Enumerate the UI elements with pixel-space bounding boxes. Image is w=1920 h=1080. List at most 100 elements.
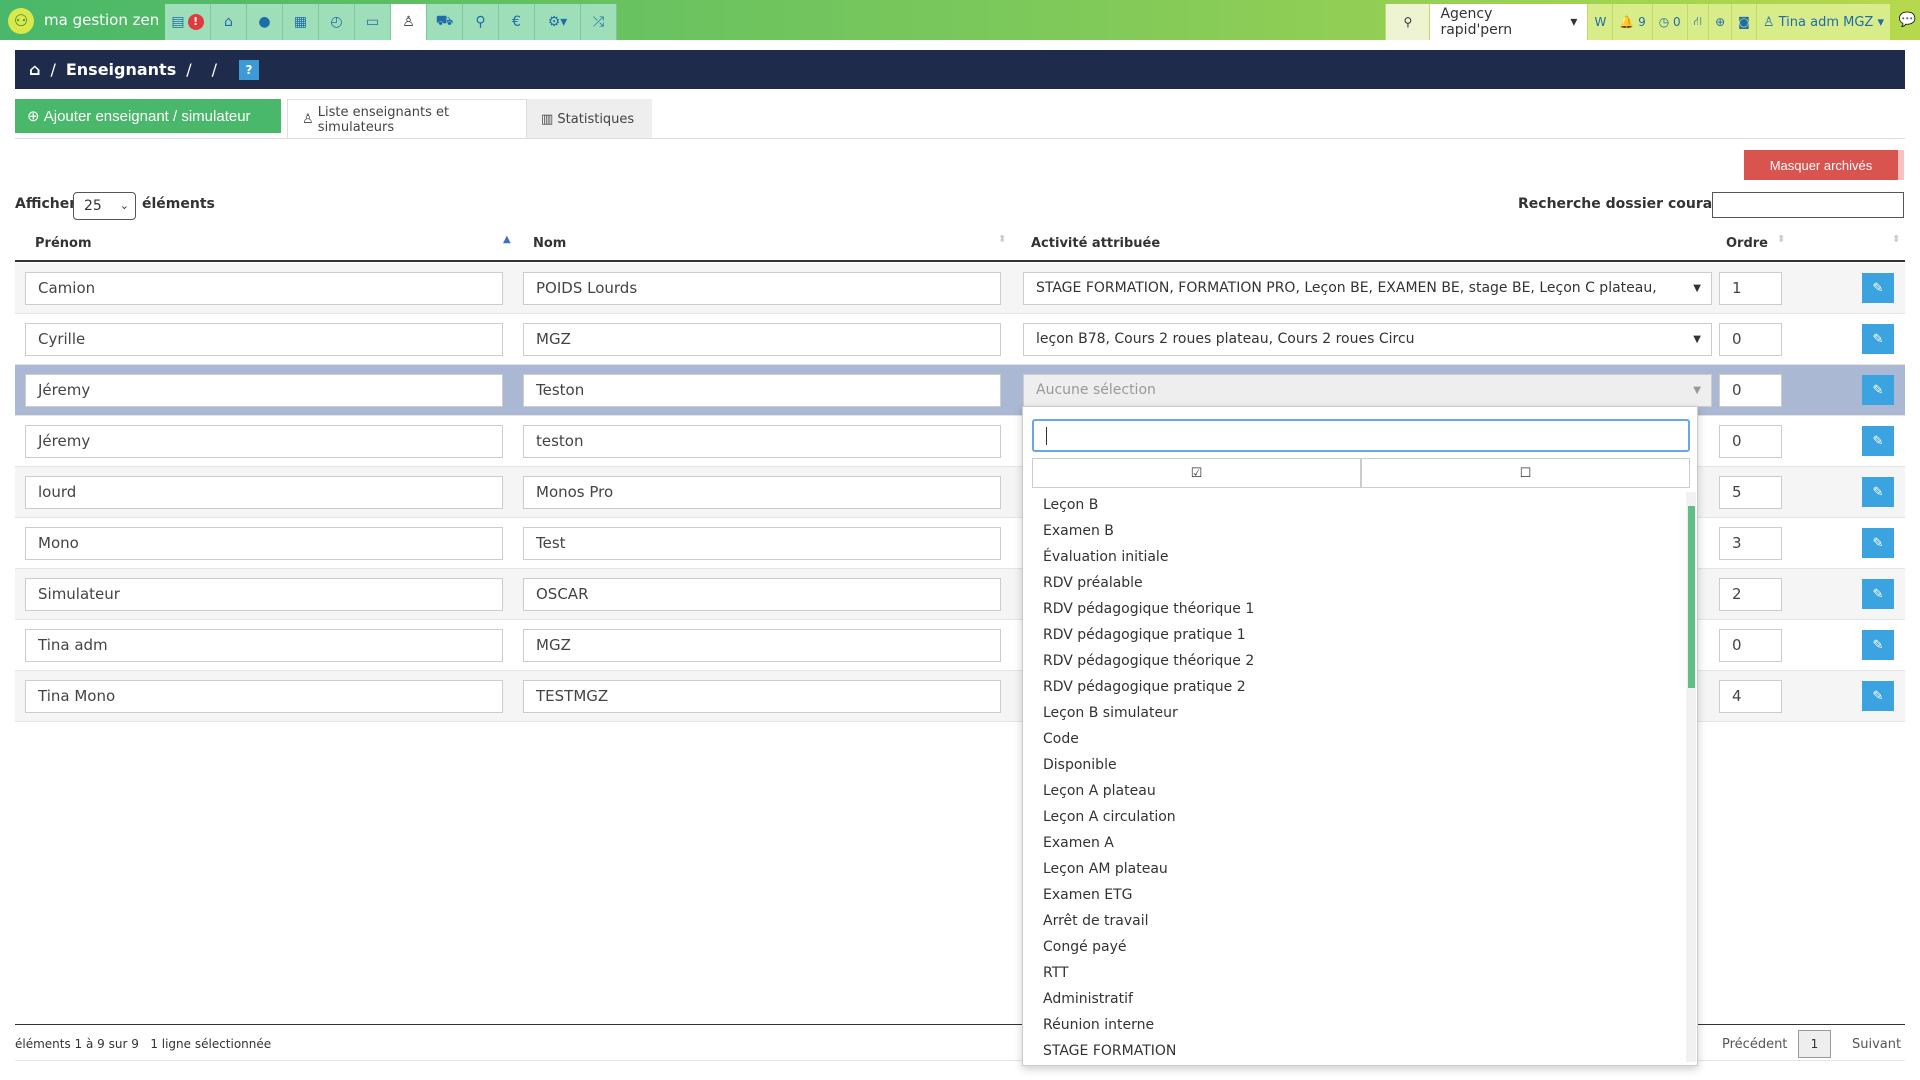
order-field[interactable]: 2 [1719, 578, 1782, 611]
user-icon[interactable]: ● [247, 4, 283, 40]
last-name-field[interactable]: Teston [523, 374, 1001, 407]
order-field[interactable]: 0 [1719, 425, 1782, 458]
app-brand[interactable]: ma gestion zen [44, 11, 159, 29]
home-icon[interactable]: ⌂ [29, 60, 40, 79]
tab-statistics[interactable]: ▥ Statistiques [527, 99, 652, 139]
person-icon[interactable]: ♙ [391, 4, 427, 40]
edit-button[interactable]: ✎ [1862, 630, 1894, 660]
dropdown-option[interactable]: RDV pédagogique théorique 2 [1023, 648, 1683, 674]
help-icon[interactable]: ? [239, 59, 260, 80]
dropdown-option[interactable]: Leçon A circulation [1023, 804, 1683, 830]
dropdown-option[interactable]: RTT [1023, 960, 1683, 986]
home-icon[interactable]: ⌂ [211, 4, 247, 40]
first-name-field[interactable]: Jéremy [25, 425, 503, 458]
last-name-field[interactable]: TESTMGZ [523, 680, 1001, 713]
dropdown-option[interactable]: Leçon B [1023, 492, 1683, 518]
sort-icon[interactable]: ⬍ [1777, 234, 1785, 245]
column-header-last-name[interactable]: Nom [533, 236, 566, 251]
last-name-field[interactable]: OSCAR [523, 578, 1001, 611]
activity-select[interactable]: Aucune sélection ▼ [1023, 374, 1712, 407]
sort-asc-icon[interactable]: ▲ [503, 234, 511, 245]
edit-button[interactable]: ✎ [1862, 528, 1894, 558]
dropdown-option[interactable]: Leçon AM plateau [1023, 856, 1683, 882]
dropdown-option[interactable]: RDV préalable [1023, 570, 1683, 596]
dropdown-option[interactable]: Évaluation initiale [1023, 544, 1683, 570]
credit-card-icon[interactable]: ▭ [355, 4, 391, 40]
first-name-field[interactable]: Cyrille [25, 323, 503, 356]
last-name-field[interactable]: POIDS Lourds [523, 272, 1001, 305]
activity-select[interactable]: STAGE FORMATION, FORMATION PRO, Leçon BE… [1023, 272, 1712, 305]
first-name-field[interactable]: Camion [25, 272, 503, 305]
calendar-icon[interactable]: ▦ [283, 4, 319, 40]
dropdown-option[interactable]: RDV pédagogique théorique 1 [1023, 596, 1683, 622]
pagination-page[interactable]: 1 [1798, 1030, 1831, 1058]
camera-icon[interactable]: ◙ [1731, 4, 1756, 40]
user-menu[interactable]: ♙ Tina adm MGZ ▾ [1755, 4, 1890, 40]
news-icon[interactable]: ▤! [165, 4, 211, 40]
dropdown-option[interactable]: Administratif [1023, 986, 1683, 1012]
app-logo[interactable]: ⚇ [8, 8, 34, 34]
pagination-next[interactable]: Suivant [1852, 1037, 1901, 1052]
activity-select[interactable]: leçon B78, Cours 2 roues plateau, Cours … [1023, 323, 1712, 356]
dropdown-option[interactable]: Examen B [1023, 518, 1683, 544]
page-length-select[interactable]: 25 ⌄ [73, 192, 136, 220]
sort-icon[interactable]: ⬍ [998, 234, 1006, 245]
first-name-field[interactable]: lourd [25, 476, 503, 509]
clock-icon[interactable]: ◴ [319, 4, 355, 40]
dropdown-scrollbar[interactable] [1686, 492, 1696, 1062]
column-header-order[interactable]: Ordre [1726, 236, 1768, 251]
timer-button[interactable]: ◷ 0 [1651, 4, 1687, 40]
pagination-previous[interactable]: Précédent [1722, 1037, 1787, 1052]
first-name-field[interactable]: Mono [25, 527, 503, 560]
order-field[interactable]: 0 [1719, 323, 1782, 356]
chat-icon[interactable]: 💬 [1899, 12, 1916, 28]
edit-button[interactable]: ✎ [1862, 426, 1894, 456]
dropdown-option[interactable]: Examen ETG [1023, 882, 1683, 908]
dropdown-option[interactable]: STAGE FORMATION [1023, 1038, 1683, 1064]
settings-icon[interactable]: ⚙▾ [535, 4, 581, 40]
first-name-field[interactable]: Simulateur [25, 578, 503, 611]
dropdown-option[interactable]: RDV pédagogique pratique 2 [1023, 674, 1683, 700]
first-name-field[interactable]: Jéremy [25, 374, 503, 407]
w-button[interactable]: W [1587, 4, 1613, 40]
last-name-field[interactable]: MGZ [523, 323, 1001, 356]
deselect-all-button[interactable]: ☐ [1361, 458, 1690, 488]
last-name-field[interactable]: Test [523, 527, 1001, 560]
edit-button[interactable]: ✎ [1862, 375, 1894, 405]
order-field[interactable]: 3 [1719, 527, 1782, 560]
support-icon[interactable]: ⊕ [1708, 4, 1732, 40]
sort-icon[interactable]: ⬍ [1892, 234, 1900, 245]
dropdown-option[interactable]: Leçon A plateau [1023, 778, 1683, 804]
dropdown-option[interactable]: Leçon B simulateur [1023, 700, 1683, 726]
edit-button[interactable]: ✎ [1862, 324, 1894, 354]
road-icon[interactable]: ⛙ [1686, 4, 1709, 40]
order-field[interactable]: 0 [1719, 374, 1782, 407]
first-name-field[interactable]: Tina Mono [25, 680, 503, 713]
tab-teachers-list[interactable]: ♙ Liste enseignants et simulateurs [287, 99, 527, 139]
dropdown-option[interactable]: Réunion interne [1023, 1012, 1683, 1038]
scrollbar-thumb[interactable] [1688, 506, 1695, 688]
dropdown-option[interactable]: RDV pédagogique pratique 1 [1023, 622, 1683, 648]
dropdown-option[interactable]: Arrêt de travail [1023, 908, 1683, 934]
notifications-button[interactable]: 🔔 9 [1612, 4, 1652, 40]
dropdown-option[interactable]: Disponible [1023, 752, 1683, 778]
select-all-button[interactable]: ☑ [1032, 458, 1361, 488]
order-field[interactable]: 1 [1719, 272, 1782, 305]
dropdown-option[interactable]: Congé payé [1023, 934, 1683, 960]
hide-archived-button[interactable]: Masquer archivés [1744, 150, 1904, 180]
last-name-field[interactable]: MGZ [523, 629, 1001, 662]
map-marker-icon[interactable]: ⚲ [463, 4, 499, 40]
dropdown-option[interactable]: Examen A [1023, 830, 1683, 856]
add-teacher-button[interactable]: ⊕ Ajouter enseignant / simulateur [15, 99, 281, 133]
order-field[interactable]: 4 [1719, 680, 1782, 713]
page-title[interactable]: Enseignants [66, 60, 176, 79]
dropdown-search-input[interactable] [1032, 419, 1690, 452]
last-name-field[interactable]: Monos Pro [523, 476, 1001, 509]
table-row[interactable]: Cyrille MGZ leçon B78, Cours 2 roues pla… [15, 314, 1905, 365]
shuffle-icon[interactable]: ⤮ [581, 4, 617, 40]
car-icon[interactable]: ⛟ [427, 4, 463, 40]
order-field[interactable]: 5 [1719, 476, 1782, 509]
edit-button[interactable]: ✎ [1862, 681, 1894, 711]
column-header-first-name[interactable]: Prénom [35, 236, 92, 251]
edit-button[interactable]: ✎ [1862, 477, 1894, 507]
